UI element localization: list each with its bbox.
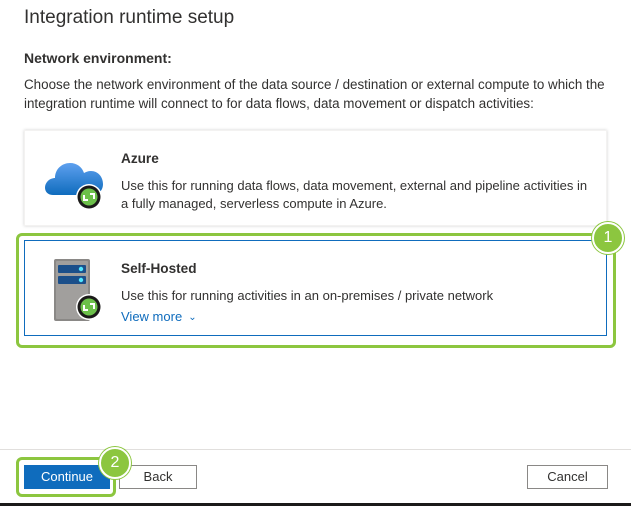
network-environment-description: Choose the network environment of the da… xyxy=(24,77,605,111)
server-icon xyxy=(54,259,102,321)
integration-runtime-dialog: Integration runtime setup Network enviro… xyxy=(0,0,631,506)
azure-option-description: Use this for running data flows, data mo… xyxy=(121,178,588,211)
callout-badge-2: 2 xyxy=(99,447,131,479)
network-environment-label: Network environment: xyxy=(24,50,172,66)
view-more-label: View more xyxy=(121,309,183,324)
azure-option-card[interactable]: Azure Use this for running data flows, d… xyxy=(24,130,607,226)
dialog-title: Integration runtime setup xyxy=(24,7,235,28)
self-hosted-option-description: Use this for running activities in an on… xyxy=(121,288,494,303)
azure-cloud-icon xyxy=(45,163,103,210)
view-more-link[interactable]: View more ⌄ xyxy=(121,309,197,324)
self-hosted-option-title: Self-Hosted xyxy=(121,261,197,276)
callout-badge-1: 1 xyxy=(592,222,624,254)
footer-divider xyxy=(0,449,631,450)
azure-option-title: Azure xyxy=(121,151,159,166)
self-hosted-option-card[interactable]: Self-Hosted Use this for running activit… xyxy=(24,240,607,336)
chevron-down-icon: ⌄ xyxy=(188,312,197,323)
cancel-button[interactable]: Cancel xyxy=(527,465,608,489)
continue-button[interactable]: Continue xyxy=(24,465,110,489)
back-button[interactable]: Back xyxy=(119,465,197,489)
